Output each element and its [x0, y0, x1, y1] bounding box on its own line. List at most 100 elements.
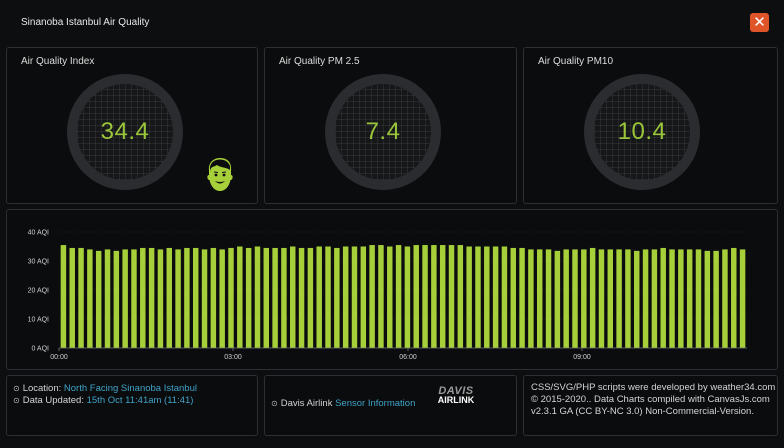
chart-bar: [157, 249, 164, 348]
chart-bar: [113, 250, 120, 348]
chart-bar: [598, 249, 605, 348]
chart-bar: [713, 250, 719, 348]
chart-bar: [60, 245, 67, 348]
chart-bar: [351, 246, 358, 348]
chart-bar: [678, 249, 684, 348]
chart-bar: [413, 245, 419, 348]
chart-bar: [78, 247, 84, 348]
location-panel: ⊙ Location: North Facing Sinanoba Istanbu…: [6, 375, 258, 436]
chart-bar: [131, 249, 137, 348]
window-titlebar: Sinanoba Istanbul Air Quality ✕: [0, 0, 784, 44]
y-tick-label: 40 AQI: [28, 230, 49, 237]
aqi-panel-title: Air Quality Index: [21, 56, 95, 67]
y-tick-label: 0 AQI: [31, 346, 49, 353]
sensor-label: Davis Airlink: [280, 398, 333, 409]
chart-bar: [192, 247, 199, 348]
chart-bar: [281, 247, 287, 348]
chart-bar: [634, 250, 640, 348]
chart-bar: [219, 249, 225, 348]
chart-bar: [704, 250, 711, 348]
pm10-value: 10.4: [617, 118, 667, 145]
pm10-panel-title: Air Quality PM10: [538, 56, 614, 67]
updated-label: Data Updated:: [22, 395, 84, 406]
logo-bottom-text: AIRLINK: [437, 395, 475, 405]
chart-bar: [616, 249, 622, 348]
good-face-icon: [207, 158, 233, 191]
chart-bar: [492, 246, 499, 348]
chart-bar: [140, 247, 146, 348]
chart-bar: [554, 250, 561, 348]
chart-bar: [290, 246, 296, 348]
chart-bar: [378, 245, 384, 348]
chart-bar: [87, 249, 93, 348]
chart-bar: [528, 249, 534, 348]
chart-bar: [448, 245, 455, 348]
chart-bar: [404, 246, 411, 348]
chart-bar: [148, 247, 155, 348]
chart-bar: [731, 247, 737, 348]
chart-bar: [263, 247, 270, 348]
chart-bar: [439, 245, 446, 348]
chart-bar: [360, 246, 367, 348]
x-tick-label: 09:00: [573, 354, 591, 361]
window-title: Sinanoba Istanbul Air Quality: [21, 17, 150, 28]
chart-bar: [607, 249, 614, 348]
chart-bar: [651, 249, 658, 348]
x-tick-label: 03:00: [224, 354, 242, 361]
y-tick-label: 10 AQI: [28, 317, 49, 324]
location-label: Location:: [22, 383, 62, 394]
chart-bar: [184, 247, 190, 348]
chart-bar: [510, 247, 516, 348]
pm10-gauge: 10.4: [584, 74, 700, 190]
chart-bar: [536, 249, 543, 348]
aqi-value: 34.4: [100, 118, 150, 145]
chart-bar: [228, 247, 234, 348]
chart-bar: [325, 246, 331, 348]
chart-bar: [739, 249, 746, 348]
aqi-bar-chart: 0 AQI 10 AQI 20 AQI 30 AQI 40 AQI 00:00 03:00 0…: [28, 230, 747, 361]
chart-bar: [166, 247, 172, 348]
chart-bar: [316, 246, 322, 348]
chart-bar: [104, 249, 111, 348]
chart-bar: [369, 245, 375, 348]
chart-bar: [695, 249, 702, 348]
chart-bar: [660, 247, 666, 348]
clock-icon: ⊙: [271, 399, 278, 408]
chart-bar: [519, 247, 525, 348]
y-tick-label: 30 AQI: [28, 259, 49, 266]
sensor-information-link[interactable]: Sensor Information: [335, 398, 415, 409]
pm10-panel: Air Quality PM10 10.4: [523, 47, 778, 204]
chart-bar: [272, 247, 278, 348]
credits-panel: CSS/SVG/PHP scripts were developed by we…: [523, 375, 778, 436]
chart-bar: [563, 249, 569, 348]
pm25-panel: Air Quality PM 2.5 7.4: [264, 47, 517, 204]
pm25-panel-title: Air Quality PM 2.5: [279, 56, 360, 67]
chart-bar: [395, 245, 402, 348]
chart-bar: [475, 246, 481, 348]
chart-bar: [254, 246, 261, 348]
location-link[interactable]: North Facing Sinanoba Istanbul: [64, 383, 197, 394]
chart-bar: [545, 249, 552, 348]
clock-icon: ⊙: [13, 396, 20, 405]
close-button[interactable]: ✕: [750, 13, 769, 32]
chart-bar: [572, 249, 578, 348]
chart-bar: [122, 249, 128, 348]
credits-text: CSS/SVG/PHP scripts were developed by we…: [531, 382, 776, 417]
chart-bar: [307, 247, 314, 348]
chart-bar: [669, 249, 675, 348]
chart-bar: [589, 247, 596, 348]
chart-bar: [210, 247, 217, 348]
aqi-gauge: 34.4: [67, 74, 183, 190]
chart-bar: [422, 245, 428, 348]
chart-bar: [201, 249, 208, 348]
chart-bar: [342, 246, 349, 348]
chart-bar: [95, 250, 102, 348]
x-tick-label: 00:00: [50, 354, 68, 361]
aqi-chart-panel: 0 AQI 10 AQI 20 AQI 30 AQI 40 AQI 00:00 03:00 0…: [6, 209, 778, 370]
chart-bar: [431, 245, 437, 348]
chart-bar: [722, 249, 728, 348]
chart-bar: [501, 246, 508, 348]
chart-bar: [175, 249, 181, 348]
updated-value: 15th Oct 11:41am (11:41): [86, 395, 194, 406]
sensor-panel: ⊙ Davis Airlink Sensor Information DAVIS …: [264, 375, 517, 436]
